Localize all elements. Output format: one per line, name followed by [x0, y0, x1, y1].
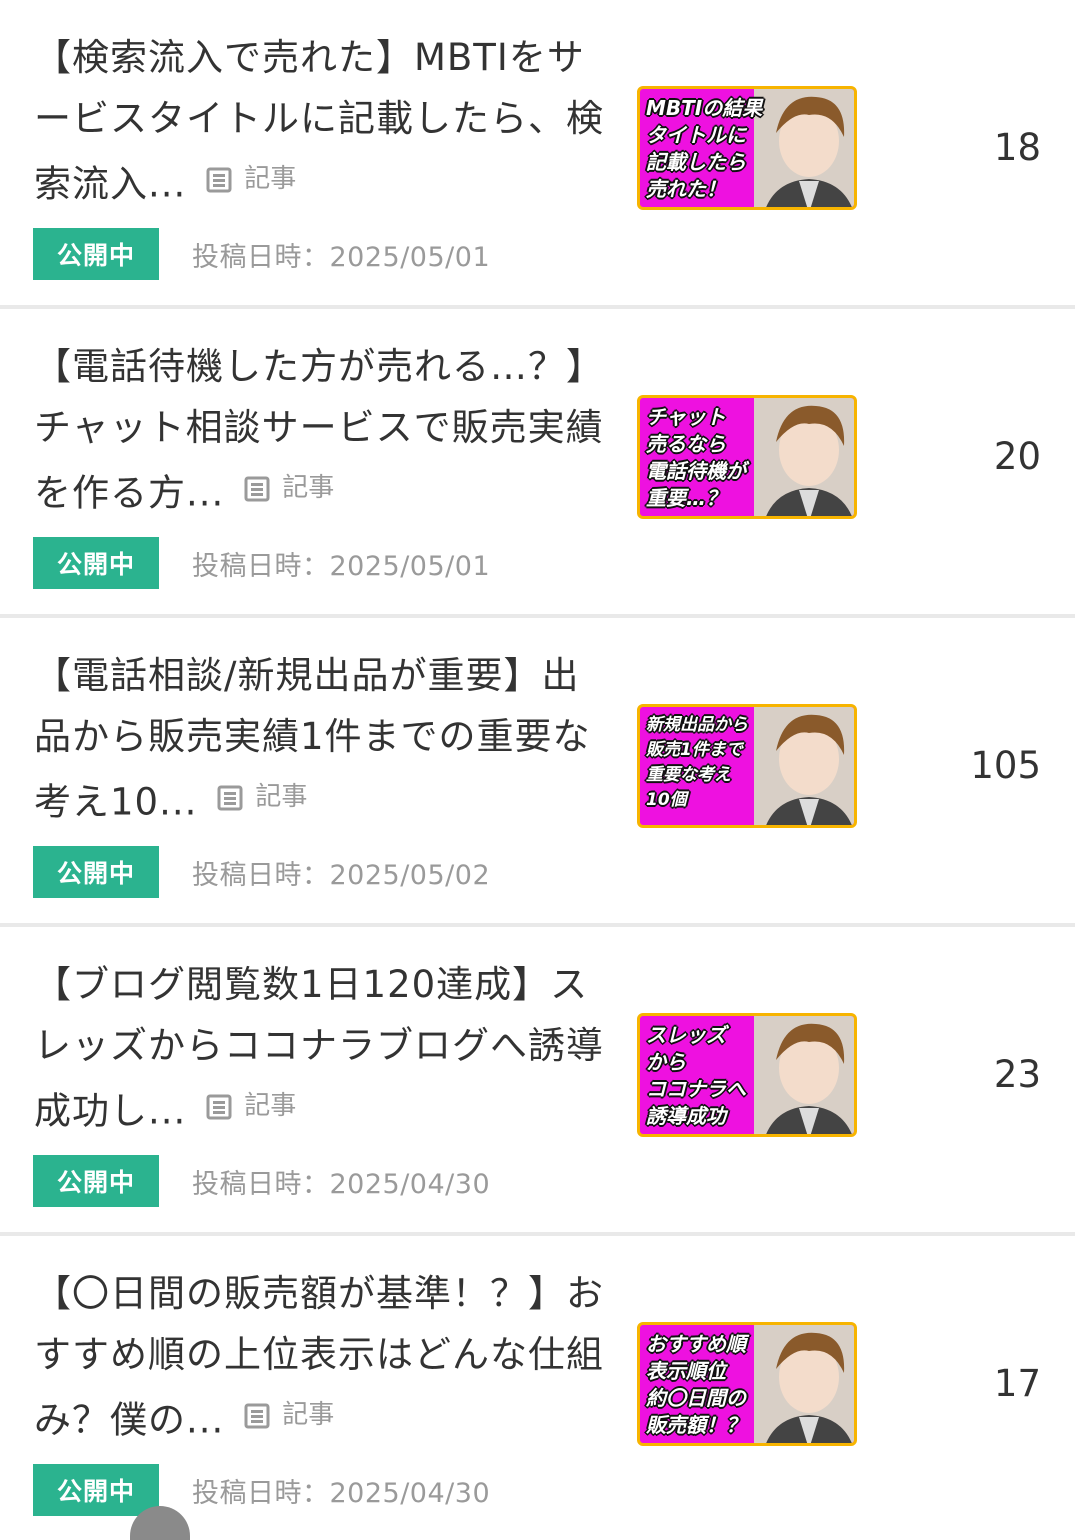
- article-title[interactable]: 【電話相談/新規出品が重要】出品から販売実績1件までの重要な考え10... 記事: [34, 645, 604, 833]
- article-meta: 公開中 投稿日時：2025/05/01: [33, 537, 490, 589]
- status-badge: 公開中: [33, 846, 159, 898]
- document-icon: [206, 1094, 232, 1119]
- article-kind-label: 記事: [244, 164, 297, 194]
- thumbnail-caption: 新規出品から 販売1件まで 重要な考え 10個: [646, 715, 748, 810]
- article-kind-label: 記事: [282, 1400, 335, 1430]
- article-thumbnail[interactable]: おすすめ順 表示順位 約〇日間の 販売額！？: [637, 1322, 857, 1446]
- status-badge: 公開中: [33, 1464, 159, 1516]
- thumbnail-caption: スレッズ から ココナラへ 誘導成功: [646, 1023, 746, 1128]
- article-kind-label: 記事: [255, 782, 308, 812]
- thumbnail-caption: MBTIの結果 タイトルに 記載したら 売れた！: [646, 96, 763, 201]
- article-list: 【検索流入で売れた】MBTIをサービスタイトルに記載したら、検索流入... 記事 …: [0, 0, 1075, 1540]
- status-badge: 公開中: [33, 537, 159, 589]
- article-kind: 記事: [217, 767, 307, 828]
- document-icon: [244, 1403, 270, 1428]
- article-view-count: 23: [993, 1053, 1041, 1096]
- article-meta: 公開中 投稿日時：2025/04/30: [33, 1464, 490, 1516]
- status-badge: 公開中: [33, 1155, 159, 1207]
- article-row[interactable]: 【電話待機した方が売れる…？】チャット相談サービスで販売実績を作る方... 記事 …: [0, 309, 1075, 618]
- document-icon: [217, 785, 243, 810]
- article-title[interactable]: 【〇日間の販売額が基準！？】おすすめ順の上位表示はどんな仕組み？僕の... 記事: [34, 1263, 604, 1451]
- article-title[interactable]: 【電話待機した方が売れる…？】チャット相談サービスで販売実績を作る方... 記事: [34, 336, 604, 524]
- post-date: 投稿日時：2025/04/30: [192, 1477, 491, 1509]
- article-title-text: 【検索流入で売れた】MBTIをサービスタイトルに記載したら、検索流入...: [34, 36, 604, 206]
- thumbnail-caption: チャット 売るなら 電話待機が 重要…？: [646, 405, 746, 510]
- article-thumbnail[interactable]: チャット 売るなら 電話待機が 重要…？: [637, 395, 857, 519]
- article-view-count: 20: [993, 435, 1041, 478]
- article-kind: 記事: [206, 1076, 296, 1137]
- article-kind-label: 記事: [244, 1091, 297, 1121]
- article-title[interactable]: 【ブログ閲覧数1日120達成】スレッズからココナラブログへ誘導成功し... 記事: [34, 954, 604, 1142]
- article-meta: 公開中 投稿日時：2025/05/01: [33, 228, 490, 280]
- article-row[interactable]: 【ブログ閲覧数1日120達成】スレッズからココナラブログへ誘導成功し... 記事 …: [0, 927, 1075, 1236]
- post-date: 投稿日時：2025/05/01: [192, 241, 491, 273]
- article-title[interactable]: 【検索流入で売れた】MBTIをサービスタイトルに記載したら、検索流入... 記事: [34, 27, 604, 215]
- article-thumbnail[interactable]: 新規出品から 販売1件まで 重要な考え 10個: [637, 704, 857, 828]
- article-row[interactable]: 【検索流入で売れた】MBTIをサービスタイトルに記載したら、検索流入... 記事 …: [0, 0, 1075, 309]
- article-row[interactable]: 【電話相談/新規出品が重要】出品から販売実績1件までの重要な考え10... 記事 …: [0, 618, 1075, 927]
- status-badge: 公開中: [33, 228, 159, 280]
- document-icon: [244, 476, 270, 501]
- article-meta: 公開中 投稿日時：2025/05/02: [33, 846, 490, 898]
- article-kind: 記事: [206, 149, 296, 210]
- document-icon: [206, 167, 232, 192]
- article-view-count: 105: [970, 744, 1041, 787]
- article-kind-label: 記事: [282, 473, 335, 503]
- post-date: 投稿日時：2025/05/01: [192, 550, 491, 582]
- article-title-text: 【ブログ閲覧数1日120達成】スレッズからココナラブログへ誘導成功し...: [34, 963, 604, 1133]
- article-kind: 記事: [244, 1385, 334, 1446]
- article-view-count: 17: [993, 1362, 1041, 1405]
- article-thumbnail[interactable]: スレッズ から ココナラへ 誘導成功: [637, 1013, 857, 1137]
- thumbnail-caption: おすすめ順 表示順位 約〇日間の 販売額！？: [646, 1332, 746, 1437]
- article-view-count: 18: [993, 126, 1041, 169]
- post-date: 投稿日時：2025/05/02: [192, 859, 491, 891]
- article-row[interactable]: 【〇日間の販売額が基準！？】おすすめ順の上位表示はどんな仕組み？僕の... 記事 …: [0, 1236, 1075, 1540]
- article-title-text: 【電話相談/新規出品が重要】出品から販売実績1件までの重要な考え10...: [34, 654, 591, 824]
- article-kind: 記事: [244, 458, 334, 519]
- article-thumbnail[interactable]: MBTIの結果 タイトルに 記載したら 売れた！: [637, 86, 857, 210]
- article-meta: 公開中 投稿日時：2025/04/30: [33, 1155, 490, 1207]
- post-date: 投稿日時：2025/04/30: [192, 1168, 491, 1200]
